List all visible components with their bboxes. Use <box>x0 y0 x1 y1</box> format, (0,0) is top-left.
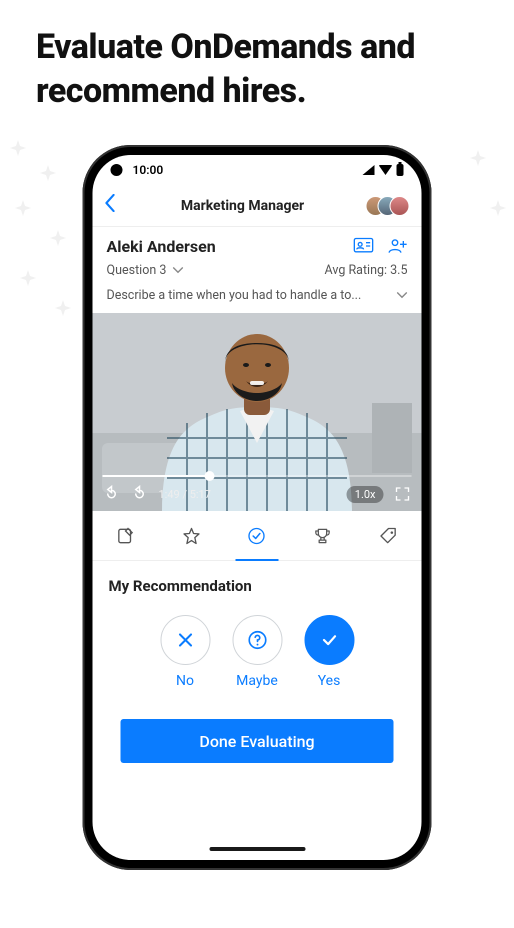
question-icon <box>232 615 282 665</box>
done-evaluating-button[interactable]: Done Evaluating <box>121 719 394 763</box>
playback-speed[interactable]: 1.0x <box>347 486 384 503</box>
headline: Evaluate OnDemands and recommend hires. <box>0 0 514 113</box>
nav-header: Marketing Manager <box>93 185 422 227</box>
recommendation-yes-label: Yes <box>318 673 341 689</box>
recommendation-title: My Recommendation <box>93 561 422 599</box>
status-icons <box>363 164 404 176</box>
rewind-icon[interactable] <box>131 485 149 503</box>
video-progress-bar[interactable] <box>103 475 412 477</box>
question-text: Describe a time when you had to handle a… <box>107 288 387 303</box>
phone-device-frame: 10:00 Marketing Manager Aleki Andersen <box>83 145 432 870</box>
candidate-name: Aleki Andersen <box>107 237 216 256</box>
battery-icon <box>397 164 404 176</box>
question-row[interactable]: Describe a time when you had to handle a… <box>93 284 422 313</box>
nav-title: Marketing Manager <box>120 198 366 214</box>
evaluation-tabs <box>93 511 422 561</box>
recommendation-options: No Maybe Yes <box>93 599 422 695</box>
fullscreen-icon[interactable] <box>394 485 412 503</box>
recommendation-no[interactable]: No <box>160 615 210 689</box>
id-card-icon[interactable] <box>354 237 374 259</box>
phone-screen: 10:00 Marketing Manager Aleki Andersen <box>93 155 422 860</box>
replay-icon[interactable] <box>103 485 121 503</box>
check-icon <box>304 615 354 665</box>
tab-rating[interactable] <box>158 511 224 560</box>
recommendation-yes[interactable]: Yes <box>304 615 354 689</box>
chevron-down-icon <box>397 289 408 302</box>
tab-recommendation[interactable] <box>224 511 290 560</box>
front-camera-dot <box>111 164 123 176</box>
tab-tags[interactable] <box>356 511 422 560</box>
recommendation-no-label: No <box>176 673 194 689</box>
recommendation-maybe[interactable]: Maybe <box>232 615 282 689</box>
add-user-icon[interactable] <box>388 237 408 259</box>
video-time: 1:49 / 5:17 <box>159 488 211 501</box>
video-controls: 1:49 / 5:17 1.0x <box>93 469 422 511</box>
question-selector-label: Question 3 <box>107 263 167 278</box>
question-selector[interactable]: Question 3 <box>107 263 184 278</box>
back-button[interactable] <box>105 191 120 221</box>
x-icon <box>160 615 210 665</box>
video-player[interactable]: 1:49 / 5:17 1.0x <box>93 313 422 511</box>
candidate-meta-row: Question 3 Avg Rating: 3.5 <box>93 259 422 284</box>
tab-notes[interactable] <box>93 511 159 560</box>
candidate-header: Aleki Andersen <box>93 227 422 259</box>
cellular-icon <box>363 165 375 175</box>
recommendation-maybe-label: Maybe <box>236 673 278 689</box>
chevron-down-icon <box>172 264 183 277</box>
evaluator-avatars[interactable] <box>366 196 410 216</box>
tab-awards[interactable] <box>290 511 356 560</box>
status-bar: 10:00 <box>93 155 422 185</box>
status-time: 10:00 <box>133 163 164 177</box>
progress-knob[interactable] <box>204 471 214 481</box>
wifi-icon <box>379 165 393 175</box>
avg-rating: Avg Rating: 3.5 <box>325 263 408 278</box>
avatar <box>390 196 410 216</box>
home-indicator[interactable] <box>209 847 305 851</box>
